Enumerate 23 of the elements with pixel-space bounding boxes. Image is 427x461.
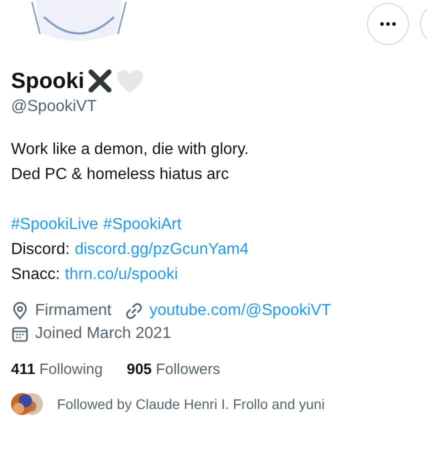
heart-icon	[116, 68, 144, 94]
cross-icon	[88, 69, 112, 93]
location-pin-icon	[11, 302, 29, 320]
bio-link[interactable]: discord.gg/pzGcunYam4	[74, 237, 249, 262]
bio-text: Discord:	[11, 240, 70, 260]
location-text: Firmament	[35, 301, 112, 321]
link-icon	[125, 302, 144, 320]
bio-text: Work like a demon, die with glory.	[11, 140, 249, 160]
more-icon	[380, 22, 396, 26]
bio-link[interactable]: #SpookiLive	[11, 212, 98, 237]
user-handle: @SpookiVT	[11, 98, 98, 116]
more-button[interactable]	[367, 3, 409, 45]
join-date: Joined March 2021	[35, 324, 172, 344]
bio-text: Snacc:	[11, 265, 60, 285]
display-name: Spooki	[11, 68, 84, 94]
calendar-icon	[11, 324, 29, 342]
followed-by-text: Followed by Claude Henri I. Frollo and yuni	[57, 396, 325, 412]
bio-link[interactable]: #SpookiArt	[103, 212, 182, 237]
follow-stat-link[interactable]: 411 Following	[11, 361, 103, 378]
bio-text: Ded PC & homeless hiatus arc	[11, 165, 229, 185]
website-link[interactable]: youtube.com/@SpookiVT	[149, 299, 332, 322]
follow-stat-link[interactable]: 905 Followers	[126, 361, 220, 378]
bio-link[interactable]: thrn.co/u/spooki	[64, 262, 178, 287]
